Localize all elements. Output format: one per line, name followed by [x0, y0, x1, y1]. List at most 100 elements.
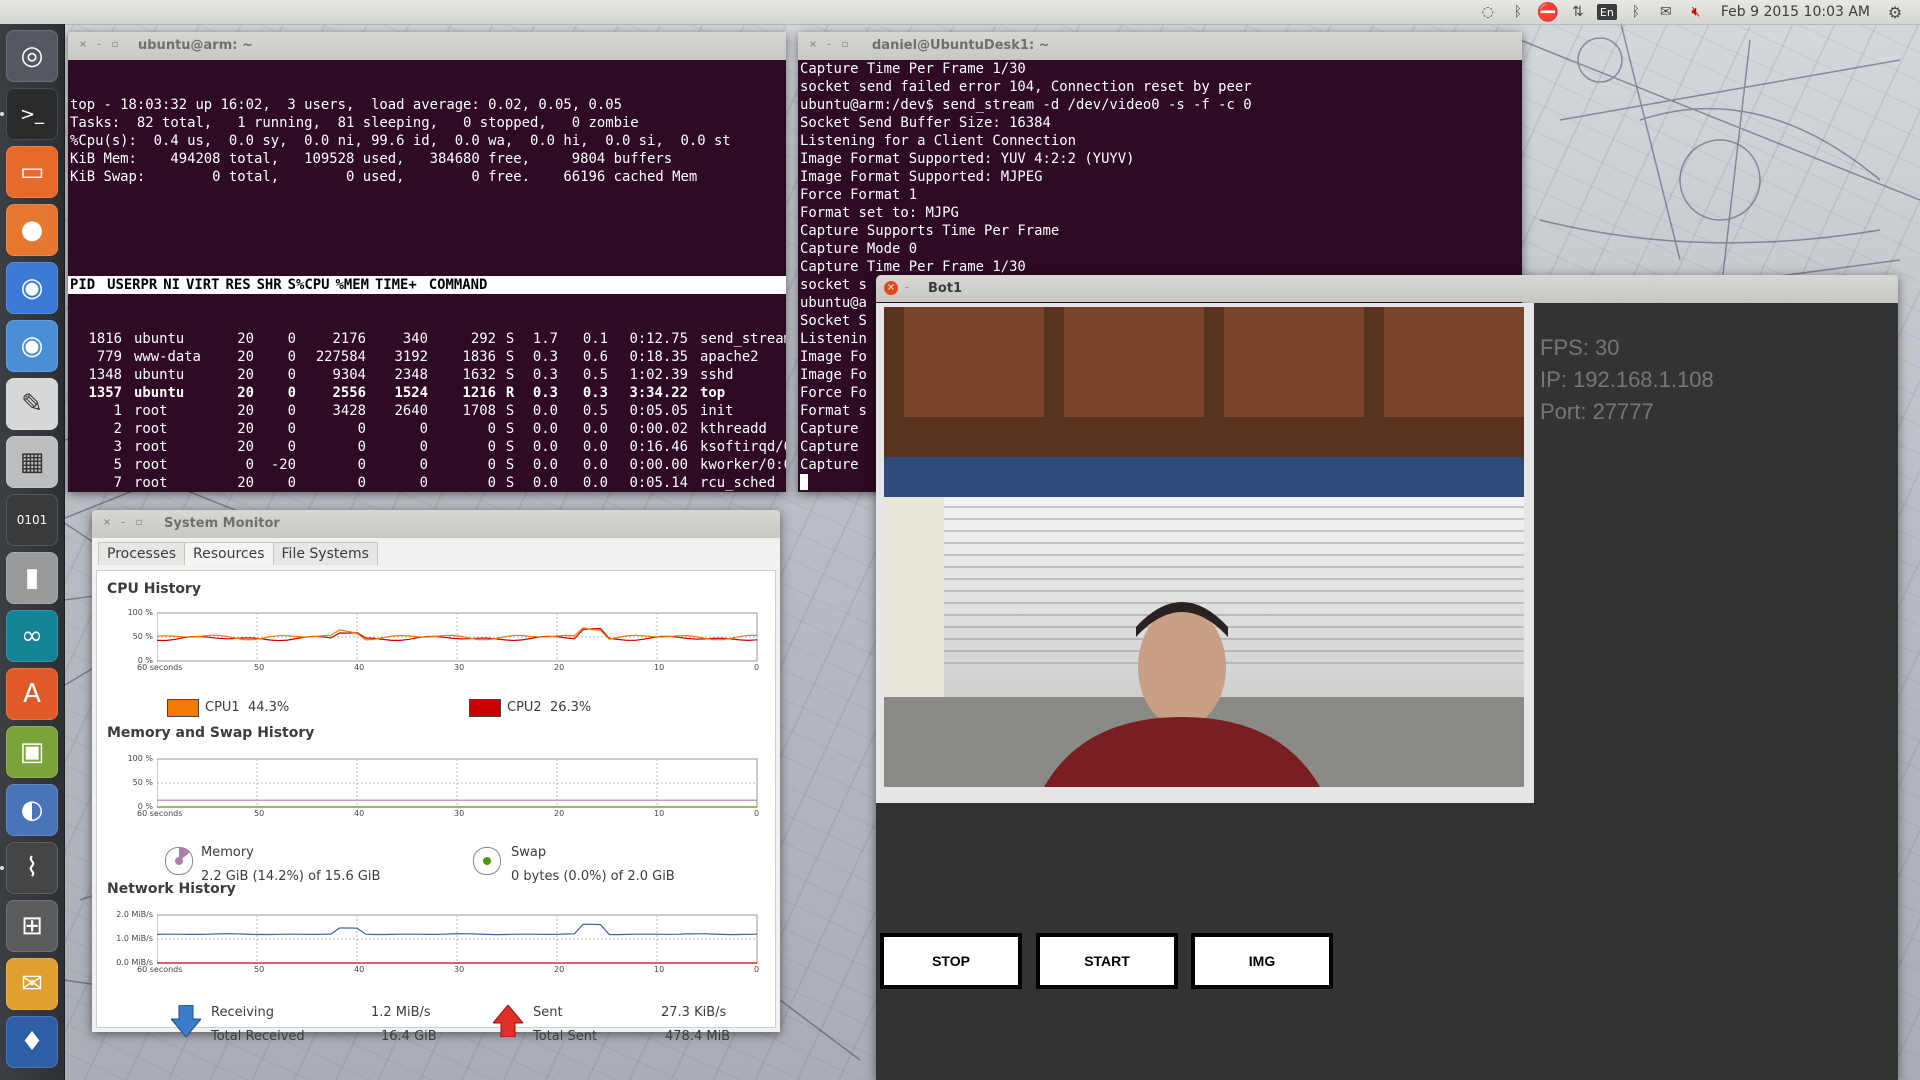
x-tick-label: 60 seconds	[137, 809, 183, 818]
tab-file-systems[interactable]: File Systems	[272, 542, 378, 565]
table-cell: 20	[237, 349, 254, 365]
x-tick-label: 50	[254, 965, 265, 974]
ubuntu-logo-icon[interactable]: ◎	[6, 30, 58, 82]
workspaces-icon[interactable]: ⊞	[6, 900, 58, 952]
tab-resources[interactable]: Resources	[184, 542, 274, 565]
cpu2-color-swatch[interactable]	[469, 699, 501, 717]
minimize-icon[interactable]: –	[116, 516, 130, 530]
total-received-value: 16.4 GiB	[381, 1029, 437, 1044]
cpu1-color-swatch[interactable]	[167, 699, 199, 717]
running-indicator	[0, 112, 4, 116]
table-cell: 0	[357, 457, 366, 473]
minimize-icon[interactable]: –	[822, 38, 836, 52]
table-cell: S	[505, 331, 515, 347]
memory-usage-pie[interactable]	[165, 847, 193, 875]
bluetooth-icon[interactable]: ᛒ	[1507, 1, 1529, 23]
cpu-history-graph: 100 % 50 % 0 % 60 seconds 50 40 30 20 10 0	[128, 608, 767, 677]
table-cell: init	[700, 403, 734, 419]
table-cell: 227584	[315, 349, 366, 365]
table-cell: 0.3	[532, 349, 558, 365]
table-cell: 0	[419, 457, 428, 473]
usb-disk-icon[interactable]: ▮	[6, 552, 58, 604]
binary-editor-icon[interactable]: 0101	[6, 494, 58, 546]
arduino-icon[interactable]: ∞	[6, 610, 58, 662]
titlebar[interactable]: × – Bot1	[876, 275, 1898, 302]
table-cell: 0	[245, 457, 254, 473]
transfer-icon[interactable]: ⇅	[1567, 1, 1589, 23]
table-cell: 1632	[462, 367, 496, 383]
table-cell: 0.6	[582, 349, 608, 365]
text-editor-icon[interactable]: ✎	[6, 378, 58, 430]
launcher: ◎ >_ ▭ ● ◉ ◉ ✎ ▦ 0101 ▮ ∞ A ▣ ◐ ⌇ ⊞ ✉ ♦	[0, 24, 65, 1080]
receiving-value: 1.2 MiB/s	[371, 1005, 431, 1020]
table-cell: 1	[113, 403, 122, 419]
clock[interactable]: Feb 9 2015 10:03 AM	[1721, 4, 1870, 20]
table-cell: NI	[163, 277, 181, 293]
terminal-window-top[interactable]: × – ▫ ubuntu@arm: ~ top - 18:03:32 up 16…	[68, 32, 786, 492]
settings-gear-icon[interactable]: ⚙	[1884, 1, 1906, 23]
system-monitor-window[interactable]: × – ▫ System Monitor Processes Resources…	[92, 510, 780, 1044]
table-cell: 1357	[88, 385, 122, 401]
memory-label: Memory	[201, 845, 254, 860]
cpu1-value: 44.3%	[247, 700, 290, 715]
software-center-icon[interactable]: A	[6, 668, 58, 720]
files-icon[interactable]: ▭	[6, 146, 58, 198]
video-frame	[876, 303, 1534, 803]
img-button[interactable]: IMG	[1191, 933, 1333, 989]
network-icon[interactable]: ◌	[1477, 1, 1499, 23]
drive-icon[interactable]: ◐	[6, 784, 58, 836]
table-cell: 1816	[88, 331, 122, 347]
package-icon[interactable]: ▣	[6, 726, 58, 778]
chromium-icon[interactable]: ◉	[6, 320, 58, 372]
minimize-icon[interactable]: –	[92, 38, 106, 52]
titlebar[interactable]: × – ▫ ubuntu@arm: ~	[68, 32, 786, 60]
maximize-icon[interactable]: ▫	[132, 516, 146, 530]
table-cell: S	[505, 367, 515, 383]
terminal-output[interactable]: top - 18:03:32 up 16:02, 3 users, load a…	[68, 60, 786, 492]
calculator-icon[interactable]: ▦	[6, 436, 58, 488]
minimize-icon[interactable]: –	[900, 281, 914, 295]
chrome-icon[interactable]: ◉	[6, 262, 58, 314]
table-cell: TIME+	[374, 277, 417, 293]
cpu-history-title: CPU History	[107, 581, 201, 597]
firefox-icon[interactable]: ●	[6, 204, 58, 256]
table-cell: S	[505, 475, 515, 491]
maximize-icon[interactable]: ▫	[108, 38, 122, 52]
close-icon[interactable]: ×	[100, 516, 114, 530]
do-not-disturb-icon[interactable]: ⛔	[1537, 1, 1559, 23]
titlebar[interactable]: × – ▫ daniel@UbuntuDesk1: ~	[798, 32, 1522, 60]
games-icon[interactable]: ♦	[6, 1016, 58, 1068]
terminal-line: Socket Send Buffer Size: 16384	[800, 115, 1051, 131]
keyboard-layout-indicator[interactable]: En	[1596, 4, 1617, 20]
table-cell: 2176	[332, 331, 366, 347]
table-cell: 1836	[462, 349, 496, 365]
close-icon[interactable]: ×	[76, 38, 90, 52]
table-cell: 3	[113, 439, 122, 455]
close-icon[interactable]: ×	[884, 281, 898, 295]
bluetooth-icon[interactable]: ᛒ	[1625, 1, 1647, 23]
x-tick-label: 20	[554, 965, 565, 974]
bot-window[interactable]: × – Bot1 FPS: 30 IP: 192.168.1.108 Port:…	[876, 275, 1898, 1080]
system-monitor-icon[interactable]: ⌇	[6, 842, 58, 894]
table-row: 7 root 20 0 0 0 0 S 0.0 0.0 0:05.14 rcu_sched	[68, 474, 786, 492]
table-cell: 0	[357, 421, 366, 437]
mail-app-icon[interactable]: ✉	[6, 958, 58, 1010]
maximize-icon[interactable]: ▫	[838, 38, 852, 52]
x-tick-label: 30	[454, 663, 465, 672]
mail-icon[interactable]: ✉	[1655, 1, 1677, 23]
terminal-icon[interactable]: >_	[6, 88, 58, 140]
memory-history-title: Memory and Swap History	[107, 725, 315, 741]
close-icon[interactable]: ×	[806, 38, 820, 52]
top-panel: ◌ ᛒ ⛔ ⇅ En ᛒ ✉ 🔇︎ Feb 9 2015 10:03 AM ⚙	[0, 0, 1920, 25]
start-button[interactable]: START	[1036, 933, 1178, 989]
table-cell: R	[505, 385, 515, 401]
fps-readout: FPS: 30	[1540, 335, 1620, 360]
swap-usage-pie[interactable]	[473, 847, 501, 875]
table-cell: 292	[470, 331, 496, 347]
volume-muted-icon[interactable]: 🔇︎	[1685, 1, 1707, 23]
tab-processes[interactable]: Processes	[98, 542, 186, 565]
cpu1-label: CPU1 44.3%	[205, 700, 290, 715]
stop-button[interactable]: STOP	[880, 933, 1022, 989]
table-cell: kworker/0:0H	[700, 457, 786, 473]
titlebar[interactable]: × – ▫ System Monitor	[92, 510, 780, 538]
